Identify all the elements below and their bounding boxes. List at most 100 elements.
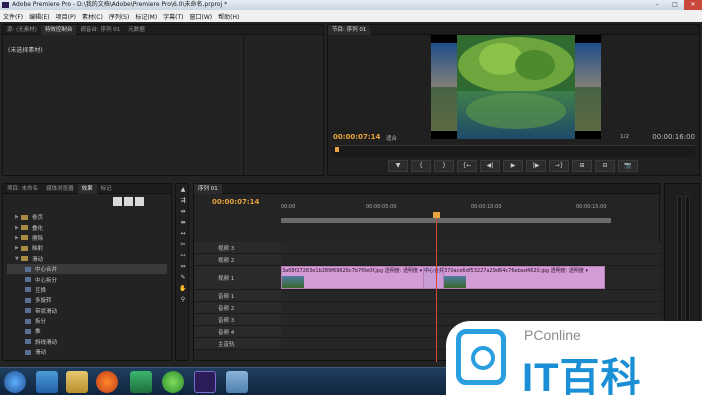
menu-sequence[interactable]: 序列(S) <box>109 12 130 21</box>
close-button[interactable]: ✕ <box>684 0 702 10</box>
tab-audio-mixer[interactable]: 调音台: 序列 01 <box>76 25 124 35</box>
menu-edit[interactable]: 编辑(E) <box>29 12 49 21</box>
firefox-icon[interactable] <box>96 371 118 393</box>
transition-icon <box>25 297 31 303</box>
tab-source[interactable]: 源: (无素材) <box>3 25 41 35</box>
zoom-fit-select[interactable]: 适合 <box>386 134 397 142</box>
accelerated-icon[interactable] <box>113 197 122 206</box>
playhead-marker[interactable] <box>335 147 339 152</box>
list-item[interactable]: 中心合并 <box>7 263 167 275</box>
step-back-button[interactable]: ◀| <box>480 160 500 172</box>
go-to-out-button[interactable]: →} <box>549 160 569 172</box>
pen-tool-icon[interactable]: ✎ <box>178 274 188 283</box>
tab-effects[interactable]: 效果 <box>77 183 97 194</box>
app-icon[interactable] <box>162 371 184 393</box>
playhead-handle[interactable] <box>433 212 440 218</box>
program-video-frame[interactable] <box>431 35 601 139</box>
track-area[interactable] <box>281 254 661 266</box>
tab-effect-controls[interactable]: 特效控制台 <box>40 24 77 35</box>
rate-stretch-tool-icon[interactable]: ↔ <box>178 230 188 239</box>
track-video-2: 视频 2 <box>194 254 661 266</box>
menu-help[interactable]: 帮助(H) <box>218 12 239 21</box>
list-item[interactable]: ▶ 卷页 <box>7 212 167 222</box>
menu-file[interactable]: 文件(F) <box>3 12 23 21</box>
list-item[interactable]: 互换 <box>7 285 167 295</box>
track-area[interactable] <box>281 242 661 254</box>
tab-project[interactable]: 项目: 未命名 <box>3 184 42 194</box>
pconline-logo-icon <box>456 329 506 385</box>
zoom-tool-icon[interactable]: ⚲ <box>178 296 188 305</box>
watermark-title: IT百科 <box>522 356 642 395</box>
mark-out-button[interactable]: } <box>434 160 454 172</box>
extract-button[interactable]: ⊟ <box>595 160 615 172</box>
hand-tool-icon[interactable]: ✋ <box>178 285 188 294</box>
transition-icon <box>25 339 31 345</box>
mark-in-button[interactable]: { <box>411 160 431 172</box>
explorer-icon[interactable] <box>66 371 88 393</box>
menu-clip[interactable]: 素材(C) <box>82 12 103 21</box>
menu-window[interactable]: 窗口(W) <box>190 12 213 21</box>
premiere-icon <box>2 2 9 8</box>
list-item[interactable]: 斜线滑动 <box>7 337 167 347</box>
track-label: 音频 2 <box>218 305 235 312</box>
start-button[interactable] <box>4 371 26 393</box>
list-item[interactable]: 带状滑动 <box>7 306 167 316</box>
folder-icon <box>21 225 28 231</box>
rolling-edit-tool-icon[interactable]: ⇼ <box>178 219 188 228</box>
selection-tool-icon[interactable]: ▲ <box>178 186 188 195</box>
premiere-taskbar-icon[interactable] <box>194 371 216 393</box>
track-area[interactable] <box>281 290 661 302</box>
export-frame-button[interactable]: 📷 <box>618 160 638 172</box>
list-item[interactable]: 中心拆分 <box>7 274 167 284</box>
timeline-playhead[interactable] <box>436 212 437 362</box>
resolution-select[interactable]: 1/2 <box>620 134 629 140</box>
video-clip[interactable]: 3a68f27263e1b289f69626c7b7f0e0f.jpg 透明度:… <box>281 266 443 289</box>
minimize-button[interactable]: – <box>648 0 666 10</box>
list-item[interactable]: 滑动 <box>7 347 167 357</box>
lift-button[interactable]: ⊞ <box>572 160 592 172</box>
track-select-tool-icon[interactable]: ⇶ <box>178 197 188 206</box>
step-forward-button[interactable]: |▶ <box>526 160 546 172</box>
list-item[interactable]: ▶ 叠化 <box>7 222 167 232</box>
effects-list: ▶ 卷页 ▶ 叠化 ▶ 擦除 ▶ 映射 ▼ 滑动 中心合并 中心拆分 互换 多旋转 带状滑… <box>7 212 167 357</box>
tab-sequence[interactable]: 序列 01 <box>194 183 222 194</box>
track-audio-1: 音频 1 <box>194 290 661 302</box>
list-item[interactable]: ▶ 映射 <box>7 243 167 253</box>
program-timecode[interactable]: 00:00:07:14 <box>333 133 380 141</box>
transition-icon <box>25 328 31 334</box>
slip-tool-icon[interactable]: ⇿ <box>178 252 188 261</box>
tab-program[interactable]: 节目: 序列 01 <box>328 24 371 35</box>
list-item[interactable]: 多旋转 <box>7 295 167 305</box>
program-time-ruler[interactable] <box>332 145 695 157</box>
menu-marker[interactable]: 标记(M) <box>135 12 157 21</box>
tab-markers[interactable]: 标记 <box>97 184 116 194</box>
menu-project[interactable]: 项目(P) <box>56 12 76 21</box>
tab-media-browser[interactable]: 媒体浏览器 <box>42 184 78 194</box>
go-to-in-button[interactable]: {← <box>457 160 477 172</box>
window-icon[interactable] <box>226 371 248 393</box>
track-area[interactable]: 3a68f27263e1b289f69626c7b7f0e0f.jpg 透明度:… <box>281 266 661 290</box>
ie-icon[interactable] <box>36 371 58 393</box>
32bit-icon[interactable] <box>124 197 133 206</box>
list-item[interactable]: 推 <box>7 326 167 336</box>
transition-icon <box>25 349 31 355</box>
menu-title[interactable]: 字幕(T) <box>163 12 183 21</box>
transition-icon <box>25 287 31 293</box>
media-player-icon[interactable] <box>130 371 152 393</box>
razor-tool-icon[interactable]: ✂ <box>178 241 188 250</box>
panel-divider[interactable] <box>243 35 244 175</box>
work-area-bar[interactable] <box>281 218 611 223</box>
list-item[interactable]: 拆分 <box>7 316 167 326</box>
timeline-timecode[interactable]: 00:00:07:14 <box>212 198 259 206</box>
maximize-button[interactable]: □ <box>666 0 684 10</box>
video-clip[interactable]: 370ace6df53227a29d64c76ebad4620.jpg 透明度:… <box>443 266 605 289</box>
play-button[interactable]: ▶ <box>503 160 523 172</box>
tab-metadata[interactable]: 元数据 <box>124 25 149 35</box>
list-item[interactable]: ▶ 擦除 <box>7 233 167 243</box>
add-marker-button[interactable]: ▼ <box>388 160 408 172</box>
yuv-icon[interactable] <box>135 197 144 206</box>
track-area[interactable] <box>281 302 661 314</box>
list-item[interactable]: ▼ 滑动 <box>7 254 167 264</box>
slide-tool-icon[interactable]: ⇔ <box>178 263 188 272</box>
ripple-edit-tool-icon[interactable]: ⇹ <box>178 208 188 217</box>
